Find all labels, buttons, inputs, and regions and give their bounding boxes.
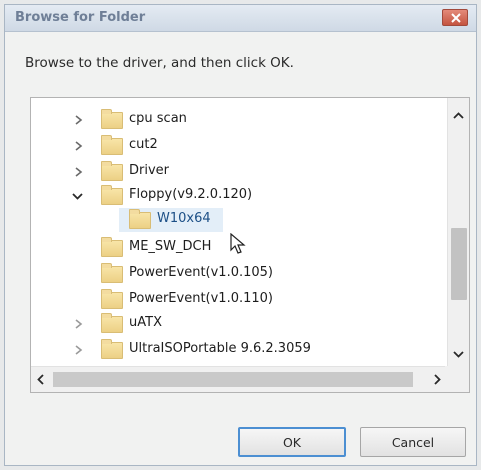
tree-item-label: Driver xyxy=(129,163,170,178)
folder-tree[interactable]: cpu scan cut2 Driver Floppy(v9.2.0.120) … xyxy=(30,97,470,393)
tree-item-label: cpu scan xyxy=(129,111,187,126)
folder-icon xyxy=(101,313,123,333)
tree-item[interactable]: PowerEvent(v1.0.110) xyxy=(31,288,441,312)
scroll-left-arrow-icon[interactable] xyxy=(37,374,44,385)
folder-icon xyxy=(101,237,123,257)
tree-item-label: cut2 xyxy=(129,137,158,152)
folder-icon xyxy=(101,135,123,155)
tree-item[interactable]: cut2 xyxy=(31,134,441,158)
scrollbar-corner xyxy=(445,366,469,392)
cancel-button[interactable]: Cancel xyxy=(360,427,466,457)
tree-item-label: ME_SW_DCH xyxy=(129,239,212,254)
close-icon xyxy=(451,13,461,23)
folder-icon xyxy=(101,185,123,205)
vertical-scrollbar[interactable] xyxy=(447,98,469,368)
folder-icon xyxy=(101,289,123,309)
chevron-down-icon[interactable] xyxy=(72,193,83,200)
tree-item[interactable]: uATX xyxy=(31,312,441,336)
tree-item-label: PowerEvent(v1.0.105) xyxy=(129,265,274,280)
scroll-down-arrow-icon[interactable] xyxy=(453,351,464,358)
tree-item-label: UltraISOPortable 9.6.2.3059 xyxy=(129,341,311,356)
chevron-right-icon[interactable] xyxy=(75,115,83,125)
tree-item-label: uATX xyxy=(129,315,162,330)
tree-item[interactable]: UltraISOPortable 9.6.2.3059 xyxy=(31,338,441,362)
horizontal-scroll-thumb[interactable] xyxy=(53,372,413,387)
chevron-right-icon[interactable] xyxy=(75,345,83,355)
ok-button[interactable]: OK xyxy=(238,427,346,457)
title-bar[interactable]: Browse for Folder xyxy=(5,5,476,32)
folder-icon xyxy=(101,339,123,359)
tree-item-label: PowerEvent(v1.0.110) xyxy=(129,291,274,306)
tree-item[interactable]: PowerEvent(v1.0.105) xyxy=(31,262,441,286)
tree-item[interactable]: cpu scan xyxy=(31,108,441,132)
tree-item-selected[interactable]: W10x64 xyxy=(31,208,441,232)
scroll-up-arrow-icon[interactable] xyxy=(453,112,464,119)
folder-icon xyxy=(101,263,123,283)
instruction-text: Browse to the driver, and then click OK. xyxy=(25,55,294,71)
scroll-right-arrow-icon[interactable] xyxy=(434,374,441,385)
chevron-right-icon[interactable] xyxy=(75,319,83,329)
tree-item[interactable]: Driver xyxy=(31,160,441,184)
mouse-cursor-icon xyxy=(230,233,246,254)
window-title: Browse for Folder xyxy=(15,10,146,25)
folder-icon xyxy=(101,161,123,181)
chevron-right-icon[interactable] xyxy=(75,141,83,151)
close-button[interactable] xyxy=(442,9,468,26)
tree-item-label: W10x64 xyxy=(157,211,211,226)
tree-item-label: Floppy(v9.2.0.120) xyxy=(129,187,253,202)
folder-icon xyxy=(101,109,123,129)
folder-icon xyxy=(129,209,151,229)
vertical-scroll-thumb[interactable] xyxy=(451,228,467,300)
horizontal-scrollbar[interactable] xyxy=(31,366,447,392)
tree-item[interactable]: Floppy(v9.2.0.120) xyxy=(31,184,441,208)
chevron-right-icon[interactable] xyxy=(75,167,83,177)
